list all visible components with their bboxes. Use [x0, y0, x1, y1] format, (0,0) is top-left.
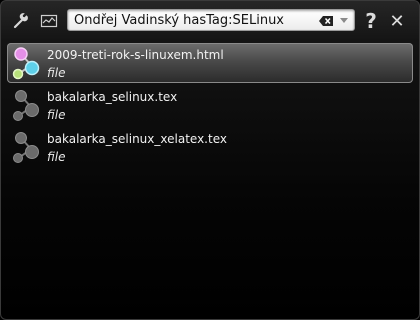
clear-icon: [319, 16, 333, 26]
result-type: file: [47, 108, 66, 122]
wrench-icon: [13, 13, 28, 29]
clear-search-button[interactable]: [318, 13, 334, 27]
result-name: 2009-treti-rok-s-linuxem.html: [47, 48, 224, 62]
result-type: file: [47, 150, 66, 164]
search-input[interactable]: [74, 12, 314, 28]
close-button[interactable]: ✕: [385, 9, 409, 33]
search-history-dropdown[interactable]: [338, 12, 350, 28]
search-box: [67, 9, 355, 31]
help-button[interactable]: ?: [359, 9, 383, 33]
results-list: 2009-treti-rok-s-linuxem.html file bakal…: [7, 43, 413, 313]
result-item[interactable]: 2009-treti-rok-s-linuxem.html file: [7, 43, 413, 83]
result-item[interactable]: bakalarka_selinux_xelatex.tex file: [7, 127, 413, 167]
file-icon: [13, 132, 39, 163]
toolbar: ? ✕: [1, 1, 419, 39]
file-colored-icon: [12, 47, 40, 80]
help-label: ?: [365, 9, 377, 33]
result-type: file: [47, 66, 66, 80]
file-icon: [13, 90, 39, 121]
result-item[interactable]: bakalarka_selinux.tex file: [7, 85, 413, 125]
chevron-down-icon: [340, 18, 348, 23]
settings-button[interactable]: [9, 9, 33, 33]
close-icon: ✕: [389, 10, 405, 32]
chart-icon: [40, 14, 58, 28]
result-name: bakalarka_selinux.tex: [47, 90, 178, 104]
result-name: bakalarka_selinux_xelatex.tex: [47, 132, 227, 146]
activity-button[interactable]: [37, 9, 61, 33]
search-window: ? ✕ 2009-treti-rok-s-linuxem.html file: [0, 0, 420, 320]
